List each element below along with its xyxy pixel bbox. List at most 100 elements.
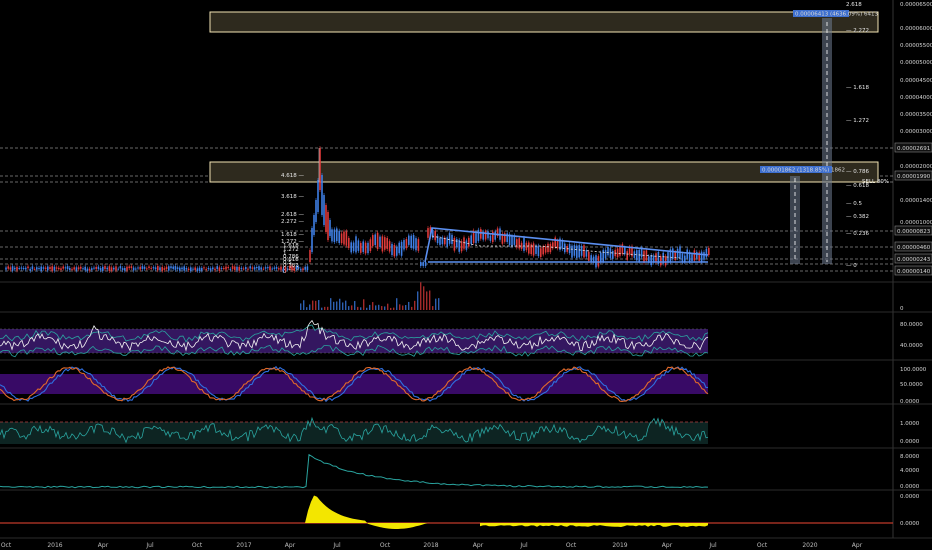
candle-body [616,248,619,258]
candle-body [64,267,67,269]
candle-body [9,267,12,270]
candle-body [309,250,311,262]
fib-lower-label: — 0.236 [846,231,869,237]
candle-body [40,266,42,271]
candle-body [110,267,113,271]
candle-body [381,236,384,252]
candle-body [367,242,369,254]
volume-bar [399,304,401,310]
candle-body [295,266,298,270]
candle-body [376,232,379,250]
candle-body [319,148,321,190]
candle-body [340,233,343,244]
candle-body [528,242,530,254]
candle-body [511,235,513,247]
candle-body [556,240,559,249]
fib-left-a-label: 3.618 — [281,194,304,200]
measure-lower-label: 0.00001862 (1318.85%) 1862 [762,168,845,174]
candle-body [38,268,40,270]
candle-body [260,267,262,270]
candle-body [323,195,325,225]
candle-body [655,253,657,263]
candle-body [626,251,628,260]
volume-bar [417,291,419,310]
candle-body [403,240,405,250]
candle-body [700,251,703,263]
candle-body [77,267,80,270]
candle-body [119,266,122,269]
candle-body [227,266,229,269]
candle-body [99,268,102,271]
volume-bar [390,307,392,310]
candle-body [192,268,194,270]
candle-body [7,266,9,269]
candle-body [297,266,300,269]
fib-left-a-label: 1.618 — [281,232,304,238]
time-axis-label: Jul [145,542,154,549]
candle-body [22,268,25,270]
candle-body [115,266,117,271]
volume-bar [414,300,416,310]
candle-body [150,267,152,269]
candle-body [218,267,221,271]
candle-body [475,233,477,244]
volume-bar [342,302,344,310]
stoch-axis-label: 50.0000 [900,382,923,388]
price-badge-label: 0.00000243 [897,257,931,263]
osc3-band [0,422,708,444]
candle-body [664,256,667,266]
time-axis-label: Apr [285,542,296,549]
candle-body [660,256,662,266]
candle-body [302,268,304,271]
candle-body [400,241,403,256]
candle-body [456,239,458,248]
candle-body [185,267,188,270]
candle-body [124,267,126,271]
candle-body [187,268,190,271]
candle-body [561,240,564,250]
volume-bar [393,307,395,310]
stoch-axis-label: 100.0000 [900,367,927,373]
volume-bar [363,299,365,310]
candle-body [282,268,284,271]
candle-body [128,266,130,269]
volume-bar [429,290,431,310]
volume-bar [384,306,386,310]
candle-body [256,266,258,269]
candle-body [448,233,451,244]
time-axis-label: Jul [708,542,717,549]
candle-body [362,241,364,252]
volume-bar [396,298,398,310]
candle-body [157,266,159,271]
candle-body [398,242,400,254]
candle-body [212,267,214,270]
price-badge-label: 0.00000460 [897,245,931,251]
candle-body [432,230,434,239]
candle-body [84,266,86,271]
candle-body [580,245,583,256]
candle-body [691,254,693,261]
candle-body [31,266,34,270]
candle-body [95,266,97,270]
candle-body [245,267,247,270]
candle-body [327,212,329,240]
volume-bar [435,298,437,310]
time-axis-label: Oct [757,542,768,549]
time-axis-label: 2016 [47,542,62,549]
price-chart[interactable]: 0.00006500 0.00006000 0.00005500 0.00005000… [0,0,932,550]
candle-body [14,267,16,270]
volume-bar [378,304,380,310]
candle-body [686,249,688,259]
candle-body [417,239,420,251]
candle-body [165,266,168,270]
candle-body [391,243,393,256]
candle-body [104,266,106,270]
volume-bar [351,305,353,310]
candle-body [684,255,686,262]
time-axis-label: 2017 [236,542,251,549]
candle-body [16,266,18,271]
candle-body [91,268,93,270]
time-axis-label: Apr [98,542,109,549]
volume-bar [405,305,407,310]
candle-body [650,255,652,266]
